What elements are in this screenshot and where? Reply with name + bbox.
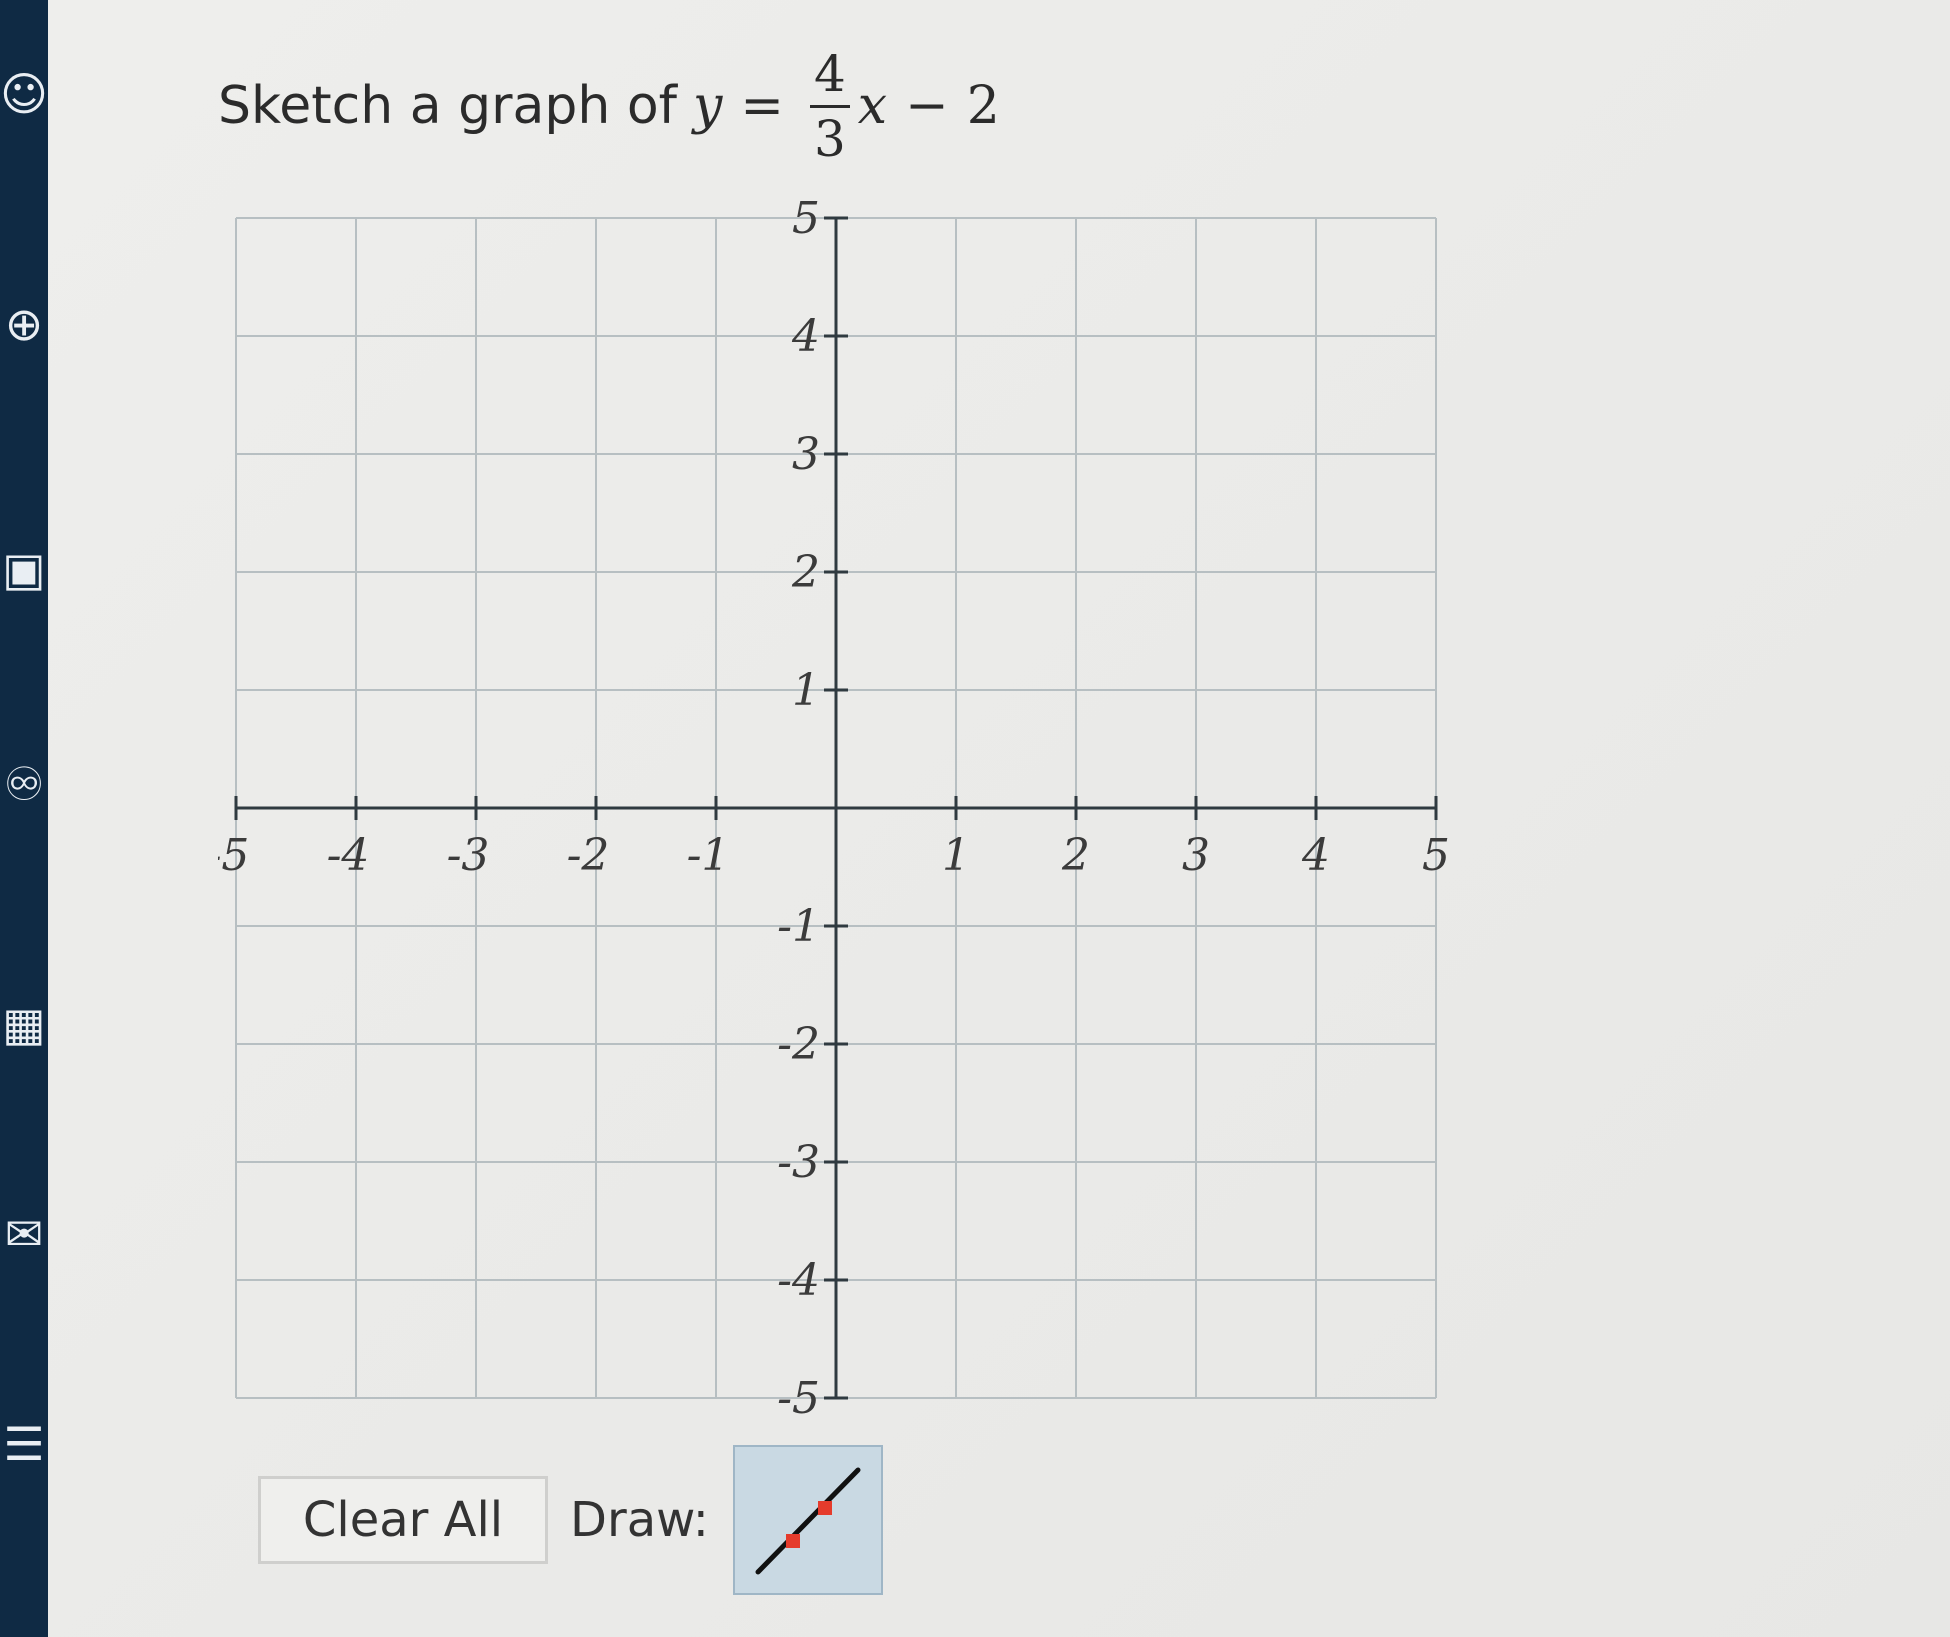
equation-constant: 2 [966, 76, 1000, 136]
y-tick-label: -3 [777, 1137, 820, 1188]
y-tick-label: 3 [792, 429, 820, 480]
coordinate-plane[interactable]: -5 -4 -3 -2 -1 1 2 3 4 5 5 4 3 2 1 -1 -2 -3 -4 -5 [218, 198, 1454, 1420]
line-tool-point [785, 1534, 800, 1548]
equation: y = 4 3 x − 2 [693, 49, 1000, 164]
y-tick-label: -4 [777, 1255, 820, 1306]
user-icon[interactable]: ☺ [0, 70, 48, 118]
assignment-panel: Sketch a graph of y = 4 3 x − 2 -5 -4 -3 -2… [48, 0, 1950, 1637]
draw-label: Draw: [570, 1492, 709, 1548]
x-tick-label: 2 [1061, 830, 1090, 881]
y-tick-label: -5 [777, 1373, 820, 1420]
people-icon[interactable]: ♾ [0, 760, 48, 808]
x-tick-label: -5 [218, 830, 249, 881]
equation-lhs: y [693, 76, 723, 136]
book-icon[interactable]: ▣ [0, 545, 48, 593]
line-tool-button[interactable] [732, 1445, 883, 1595]
equation-minus: − [905, 76, 949, 136]
fraction-bar [809, 104, 850, 108]
clear-all-button[interactable]: Clear All [258, 1476, 548, 1564]
equation-fraction: 4 3 [809, 44, 850, 168]
notes-icon[interactable]: ☰ [0, 1420, 48, 1468]
fraction-denominator: 3 [813, 109, 846, 168]
y-tick-label: 5 [792, 198, 820, 244]
question-prompt: Sketch a graph of y = 4 3 x − 2 [218, 36, 1000, 176]
graph-toolbar: Clear All Draw: [258, 1440, 883, 1600]
x-tick-label: -1 [687, 830, 730, 881]
calendar-icon[interactable]: ▦ [0, 1000, 48, 1048]
mail-icon[interactable]: ✉ [0, 1210, 48, 1258]
graph-canvas[interactable]: -5 -4 -3 -2 -1 1 2 3 4 5 5 4 3 2 1 -1 -2 -3 -4 -5 [218, 198, 1454, 1420]
x-tick-label: -3 [447, 830, 490, 881]
y-tick-label: 2 [791, 547, 820, 598]
x-tick-label: -2 [567, 830, 610, 881]
left-rail: ☺ ⊕ ▣ ♾ ▦ ✉ ☰ [0, 0, 48, 1637]
x-tick-label: 1 [942, 830, 970, 881]
y-tick-label: 1 [792, 665, 820, 716]
y-tick-label: 4 [791, 311, 820, 362]
line-tool-point [817, 1501, 832, 1515]
y-tick-label: -1 [777, 901, 820, 952]
equation-equals: = [740, 76, 784, 136]
y-tick-label: -2 [777, 1019, 820, 1070]
x-tick-label: 3 [1182, 830, 1210, 881]
x-tick-label: -4 [327, 830, 370, 881]
x-tick-label: 4 [1301, 830, 1330, 881]
x-tick-label: 5 [1422, 830, 1450, 881]
equation-x: x [857, 76, 888, 136]
question-prefix: Sketch a graph of [218, 76, 677, 136]
line-tool-icon [755, 1467, 861, 1575]
fraction-numerator: 4 [813, 44, 846, 103]
globe-icon[interactable]: ⊕ [0, 300, 48, 348]
